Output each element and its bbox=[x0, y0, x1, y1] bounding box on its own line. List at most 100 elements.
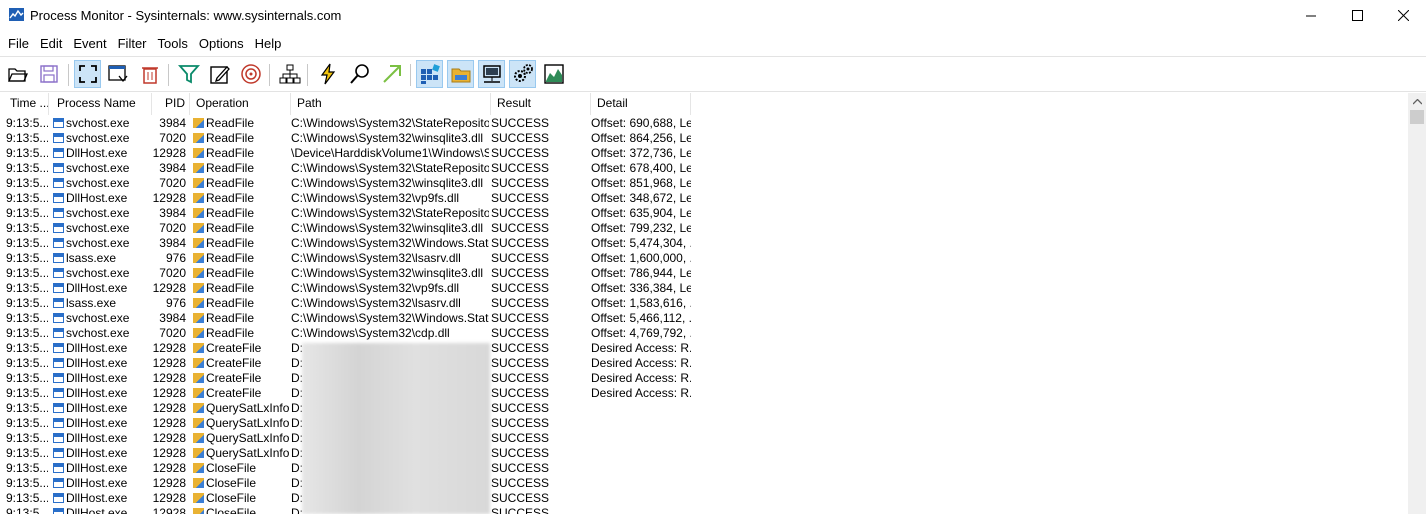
scroll-up-button[interactable] bbox=[1408, 93, 1426, 110]
show-process-activity-button[interactable] bbox=[509, 60, 536, 88]
highlight-button[interactable] bbox=[206, 60, 233, 88]
column-header-pid[interactable]: PID bbox=[152, 93, 190, 115]
event-row[interactable]: 9:13:5... svchost.exe 7020 ReadFile C:\Windo… bbox=[0, 131, 1408, 146]
event-row[interactable]: 9:13:5... DllHost.exe 12928 CloseFile D: SUCC… bbox=[0, 476, 1408, 491]
filesystem-operation-icon bbox=[193, 478, 204, 488]
event-row[interactable]: 9:13:5... lsass.exe 976 ReadFile C:\Windows\… bbox=[0, 251, 1408, 266]
process-cell: DllHost.exe bbox=[53, 476, 151, 491]
event-row[interactable]: 9:13:5... DllHost.exe 12928 CreateFile D: SUC… bbox=[0, 386, 1408, 401]
menu-help[interactable]: Help bbox=[255, 34, 290, 54]
filesystem-operation-icon bbox=[193, 448, 204, 458]
operation-cell: CreateFile bbox=[193, 356, 289, 371]
save-button[interactable] bbox=[35, 60, 62, 88]
event-row[interactable]: 9:13:5... DllHost.exe 12928 QuerySatLxInfo.… bbox=[0, 416, 1408, 431]
filesystem-operation-icon bbox=[193, 268, 204, 278]
event-row[interactable]: 9:13:5... svchost.exe 7020 ReadFile C:\Windo… bbox=[0, 326, 1408, 341]
event-row[interactable]: 9:13:5... svchost.exe 7020 ReadFile C:\Windo… bbox=[0, 266, 1408, 281]
show-filesystem-activity-button[interactable] bbox=[447, 60, 474, 88]
filesystem-operation-icon bbox=[193, 193, 204, 203]
show-profiling-events-button[interactable] bbox=[540, 60, 567, 88]
process-name: svchost.exe bbox=[66, 116, 130, 130]
detail-cell bbox=[591, 446, 691, 461]
column-header-time[interactable]: Time ... bbox=[4, 93, 49, 115]
event-row[interactable]: 9:13:5... DllHost.exe 12928 ReadFile C:\Wind… bbox=[0, 191, 1408, 206]
process-name: DllHost.exe bbox=[66, 491, 128, 505]
toolbar-divider bbox=[0, 91, 1426, 92]
menu-filter[interactable]: Filter bbox=[118, 34, 155, 54]
find-button[interactable] bbox=[346, 60, 373, 88]
filesystem-operation-icon bbox=[193, 358, 204, 368]
process-cell: DllHost.exe bbox=[53, 356, 151, 371]
operation-name: QuerySatLxInfo... bbox=[206, 416, 289, 430]
detail-cell: Desired Access: R... bbox=[591, 356, 691, 370]
autoscroll-button[interactable] bbox=[104, 60, 131, 88]
jump-to-button[interactable] bbox=[378, 60, 405, 88]
capture-button[interactable] bbox=[74, 60, 101, 88]
process-cell: DllHost.exe bbox=[53, 461, 151, 476]
pid-cell: 12928 bbox=[152, 281, 186, 295]
event-row[interactable]: 9:13:5... DllHost.exe 12928 ReadFile C:\Wind… bbox=[0, 281, 1408, 296]
process-cell: DllHost.exe bbox=[53, 191, 151, 206]
menu-edit[interactable]: Edit bbox=[40, 34, 70, 54]
event-row[interactable]: 9:13:5... lsass.exe 976 ReadFile C:\Windows\… bbox=[0, 296, 1408, 311]
event-properties-button[interactable] bbox=[314, 60, 341, 88]
clear-icon bbox=[141, 67, 158, 84]
operation-cell: ReadFile bbox=[193, 221, 289, 236]
event-row[interactable]: 9:13:5... DllHost.exe 12928 CloseFile D: SUCC… bbox=[0, 491, 1408, 506]
filesystem-operation-icon bbox=[193, 463, 204, 473]
menu-options[interactable]: Options bbox=[199, 34, 252, 54]
event-row[interactable]: 9:13:5... svchost.exe 3984 ReadFile C:\Windo… bbox=[0, 236, 1408, 251]
column-header-operation[interactable]: Operation bbox=[190, 93, 291, 115]
event-row[interactable]: 9:13:5... DllHost.exe 12928 CloseFile D: SUCC… bbox=[0, 461, 1408, 476]
maximize-button[interactable] bbox=[1334, 0, 1380, 31]
event-row[interactable]: 9:13:5... svchost.exe 3984 ReadFile C:\Windo… bbox=[0, 116, 1408, 131]
pid-cell: 7020 bbox=[159, 266, 186, 280]
include-process-button[interactable] bbox=[237, 60, 264, 88]
open-button[interactable] bbox=[4, 60, 31, 88]
column-header-process-name[interactable]: Process Name bbox=[51, 93, 152, 115]
title-bar: Process Monitor - Sysinternals: www.sysi… bbox=[0, 0, 1426, 31]
event-row[interactable]: 9:13:5... svchost.exe 7020 ReadFile C:\Windo… bbox=[0, 221, 1408, 236]
pid-cell: 7020 bbox=[159, 131, 186, 145]
show-registry-activity-button[interactable] bbox=[416, 60, 443, 88]
column-header-path[interactable]: Path bbox=[291, 93, 491, 115]
event-row[interactable]: 9:13:5... svchost.exe 7020 ReadFile C:\Windo… bbox=[0, 176, 1408, 191]
detail-cell: Offset: 5,466,112, ... bbox=[591, 311, 691, 325]
event-row[interactable]: 9:13:5... DllHost.exe 12928 QuerySatLxInfo.… bbox=[0, 446, 1408, 461]
column-header-result[interactable]: Result bbox=[491, 93, 591, 115]
process-name: svchost.exe bbox=[66, 311, 130, 325]
process-cell: svchost.exe bbox=[53, 326, 151, 341]
event-row[interactable]: 9:13:5... svchost.exe 3984 ReadFile C:\Windo… bbox=[0, 311, 1408, 326]
event-row[interactable]: 9:13:5... DllHost.exe 12928 CreateFile D: SUC… bbox=[0, 341, 1408, 356]
close-button[interactable] bbox=[1380, 0, 1426, 31]
event-row[interactable]: 9:13:5... DllHost.exe 12928 CreateFile D: SUC… bbox=[0, 356, 1408, 371]
process-tree-button[interactable] bbox=[276, 60, 303, 88]
event-row[interactable]: 9:13:5... DllHost.exe 12928 QuerySatLxInfo.… bbox=[0, 431, 1408, 446]
vertical-scrollbar[interactable] bbox=[1408, 93, 1426, 514]
event-row[interactable]: 9:13:5... svchost.exe 3984 ReadFile C:\Windo… bbox=[0, 161, 1408, 176]
menu-event[interactable]: Event bbox=[73, 34, 114, 54]
filter-button[interactable] bbox=[175, 60, 202, 88]
event-row[interactable]: 9:13:5... DllHost.exe 12928 CloseFile D: SUCC… bbox=[0, 506, 1408, 514]
event-row[interactable]: 9:13:5... DllHost.exe 12928 ReadFile \Device… bbox=[0, 146, 1408, 161]
process-name: DllHost.exe bbox=[66, 506, 128, 514]
column-header-detail[interactable]: Detail bbox=[591, 93, 691, 115]
clear-button[interactable] bbox=[136, 60, 163, 88]
scrollbar-thumb[interactable] bbox=[1410, 110, 1424, 124]
process-icon bbox=[53, 223, 64, 233]
show-network-activity-button[interactable] bbox=[478, 60, 505, 88]
event-row[interactable]: 9:13:5... svchost.exe 3984 ReadFile C:\Windo… bbox=[0, 206, 1408, 221]
process-icon bbox=[53, 448, 64, 458]
process-icon bbox=[53, 298, 64, 308]
process-icon bbox=[53, 388, 64, 398]
minimize-button[interactable] bbox=[1288, 0, 1334, 31]
process-name: DllHost.exe bbox=[66, 341, 128, 355]
filesystem-operation-icon bbox=[193, 388, 204, 398]
time-cell: 9:13:5... bbox=[6, 461, 48, 475]
path-cell: C:\Windows\System32\StateRepository... bbox=[291, 116, 489, 130]
detail-cell: Offset: 372,736, Le... bbox=[591, 146, 691, 160]
menu-tools[interactable]: Tools bbox=[158, 34, 196, 54]
event-row[interactable]: 9:13:5... DllHost.exe 12928 QuerySatLxInfo.… bbox=[0, 401, 1408, 416]
menu-file[interactable]: File bbox=[8, 34, 37, 54]
event-row[interactable]: 9:13:5... DllHost.exe 12928 CreateFile D: SUC… bbox=[0, 371, 1408, 386]
